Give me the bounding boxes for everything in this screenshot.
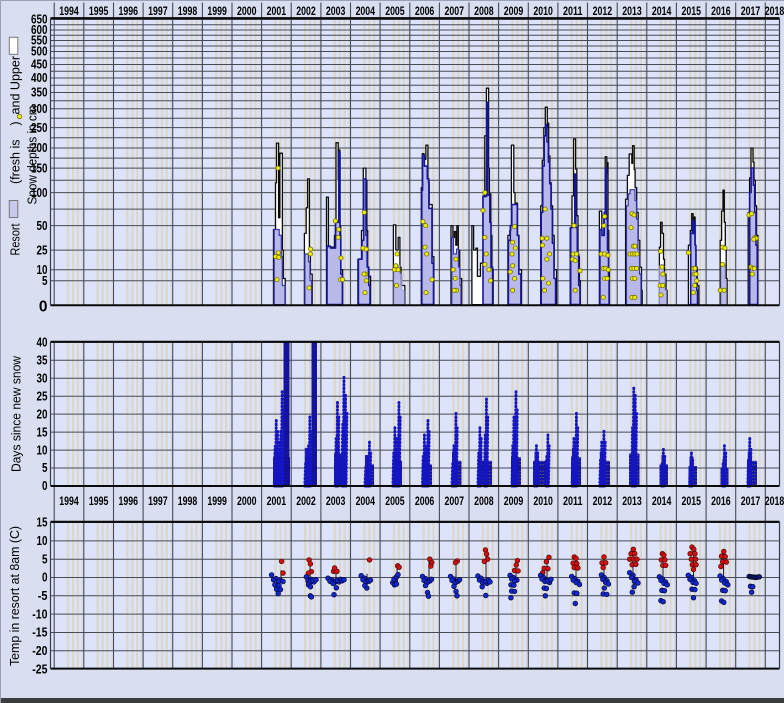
- svg-text:2007: 2007: [444, 494, 464, 508]
- svg-text:1996: 1996: [119, 4, 139, 18]
- svg-text:400: 400: [31, 71, 48, 85]
- svg-text:2000: 2000: [237, 4, 257, 18]
- svg-text:1997: 1997: [148, 4, 168, 18]
- svg-text:2009: 2009: [504, 4, 524, 18]
- svg-text:2014: 2014: [652, 494, 672, 508]
- svg-text:0: 0: [42, 571, 48, 585]
- svg-text:2002: 2002: [296, 4, 316, 18]
- svg-text:2000: 2000: [237, 494, 257, 508]
- svg-text:-5: -5: [38, 589, 48, 603]
- svg-text:10: 10: [37, 443, 48, 457]
- svg-text:2002: 2002: [296, 494, 316, 508]
- svg-text:2007: 2007: [444, 4, 464, 18]
- svg-text:2013: 2013: [622, 494, 642, 508]
- svg-text:350: 350: [31, 86, 48, 100]
- svg-text:5: 5: [42, 461, 48, 475]
- svg-text:0: 0: [39, 299, 48, 316]
- svg-text:2001: 2001: [267, 494, 287, 508]
- svg-text:2004: 2004: [356, 4, 376, 18]
- svg-text:2012: 2012: [593, 4, 613, 18]
- svg-text:2014: 2014: [652, 4, 672, 18]
- svg-text:2018: 2018: [765, 494, 784, 508]
- svg-text:1998: 1998: [178, 494, 198, 508]
- svg-text:-10: -10: [32, 607, 47, 621]
- svg-text:10: 10: [37, 534, 48, 548]
- svg-text:15: 15: [37, 425, 48, 439]
- svg-text:450: 450: [31, 58, 48, 72]
- svg-text:30: 30: [37, 371, 48, 385]
- svg-text:1997: 1997: [148, 494, 168, 508]
- svg-text:-25: -25: [32, 662, 47, 676]
- svg-text:2006: 2006: [415, 494, 435, 508]
- svg-text:2013: 2013: [622, 4, 642, 18]
- svg-text:5: 5: [42, 552, 48, 566]
- svg-text:1999: 1999: [207, 494, 227, 508]
- svg-text:1994: 1994: [59, 4, 79, 18]
- svg-text:2003: 2003: [326, 494, 346, 508]
- svg-text:1995: 1995: [89, 4, 109, 18]
- svg-text:2009: 2009: [504, 494, 524, 508]
- svg-text:(fresh is ) and Upper: (fresh is ) and Upper: [9, 56, 23, 184]
- svg-text:2008: 2008: [474, 494, 494, 508]
- svg-text:35: 35: [37, 353, 48, 367]
- svg-text:1996: 1996: [119, 494, 139, 508]
- svg-text:40: 40: [37, 336, 48, 350]
- svg-text:Resort: Resort: [9, 223, 23, 255]
- svg-text:2016: 2016: [711, 4, 731, 18]
- svg-text:2016: 2016: [711, 494, 731, 508]
- svg-text:-15: -15: [32, 626, 47, 640]
- svg-text:25: 25: [37, 243, 48, 257]
- svg-text:2011: 2011: [563, 494, 583, 508]
- svg-text:2005: 2005: [385, 4, 405, 18]
- svg-text:2015: 2015: [681, 494, 701, 508]
- svg-text:2018: 2018: [765, 4, 784, 18]
- svg-text:25: 25: [37, 389, 48, 403]
- svg-text:-20: -20: [32, 644, 47, 658]
- svg-text:2001: 2001: [267, 4, 287, 18]
- svg-text:Days since new snow: Days since new snow: [10, 355, 24, 472]
- svg-text:2011: 2011: [563, 4, 583, 18]
- svg-text:1998: 1998: [178, 4, 198, 18]
- svg-text:500: 500: [31, 45, 48, 59]
- svg-text:1994: 1994: [59, 494, 79, 508]
- svg-text:2017: 2017: [741, 494, 761, 508]
- svg-text:2012: 2012: [593, 494, 613, 508]
- svg-text:0: 0: [42, 479, 48, 493]
- svg-text:2010: 2010: [533, 494, 553, 508]
- svg-text:5: 5: [42, 274, 48, 288]
- svg-text:15: 15: [37, 516, 48, 530]
- svg-text:2017: 2017: [741, 4, 761, 18]
- svg-text:2010: 2010: [533, 4, 553, 18]
- svg-text:Snow depths in cm: Snow depths in cm: [26, 106, 40, 205]
- svg-text:2006: 2006: [415, 4, 435, 18]
- svg-text:1999: 1999: [207, 4, 227, 18]
- svg-text:2004: 2004: [356, 494, 376, 508]
- svg-text:50: 50: [37, 219, 48, 233]
- svg-text:2005: 2005: [385, 494, 405, 508]
- svg-text:Temp in resort at 8am (C): Temp in resort at 8am (C): [8, 526, 22, 666]
- svg-text:2003: 2003: [326, 4, 346, 18]
- svg-text:2008: 2008: [474, 4, 494, 18]
- svg-text:20: 20: [37, 407, 48, 421]
- svg-text:2015: 2015: [681, 4, 701, 18]
- svg-text:1995: 1995: [89, 494, 109, 508]
